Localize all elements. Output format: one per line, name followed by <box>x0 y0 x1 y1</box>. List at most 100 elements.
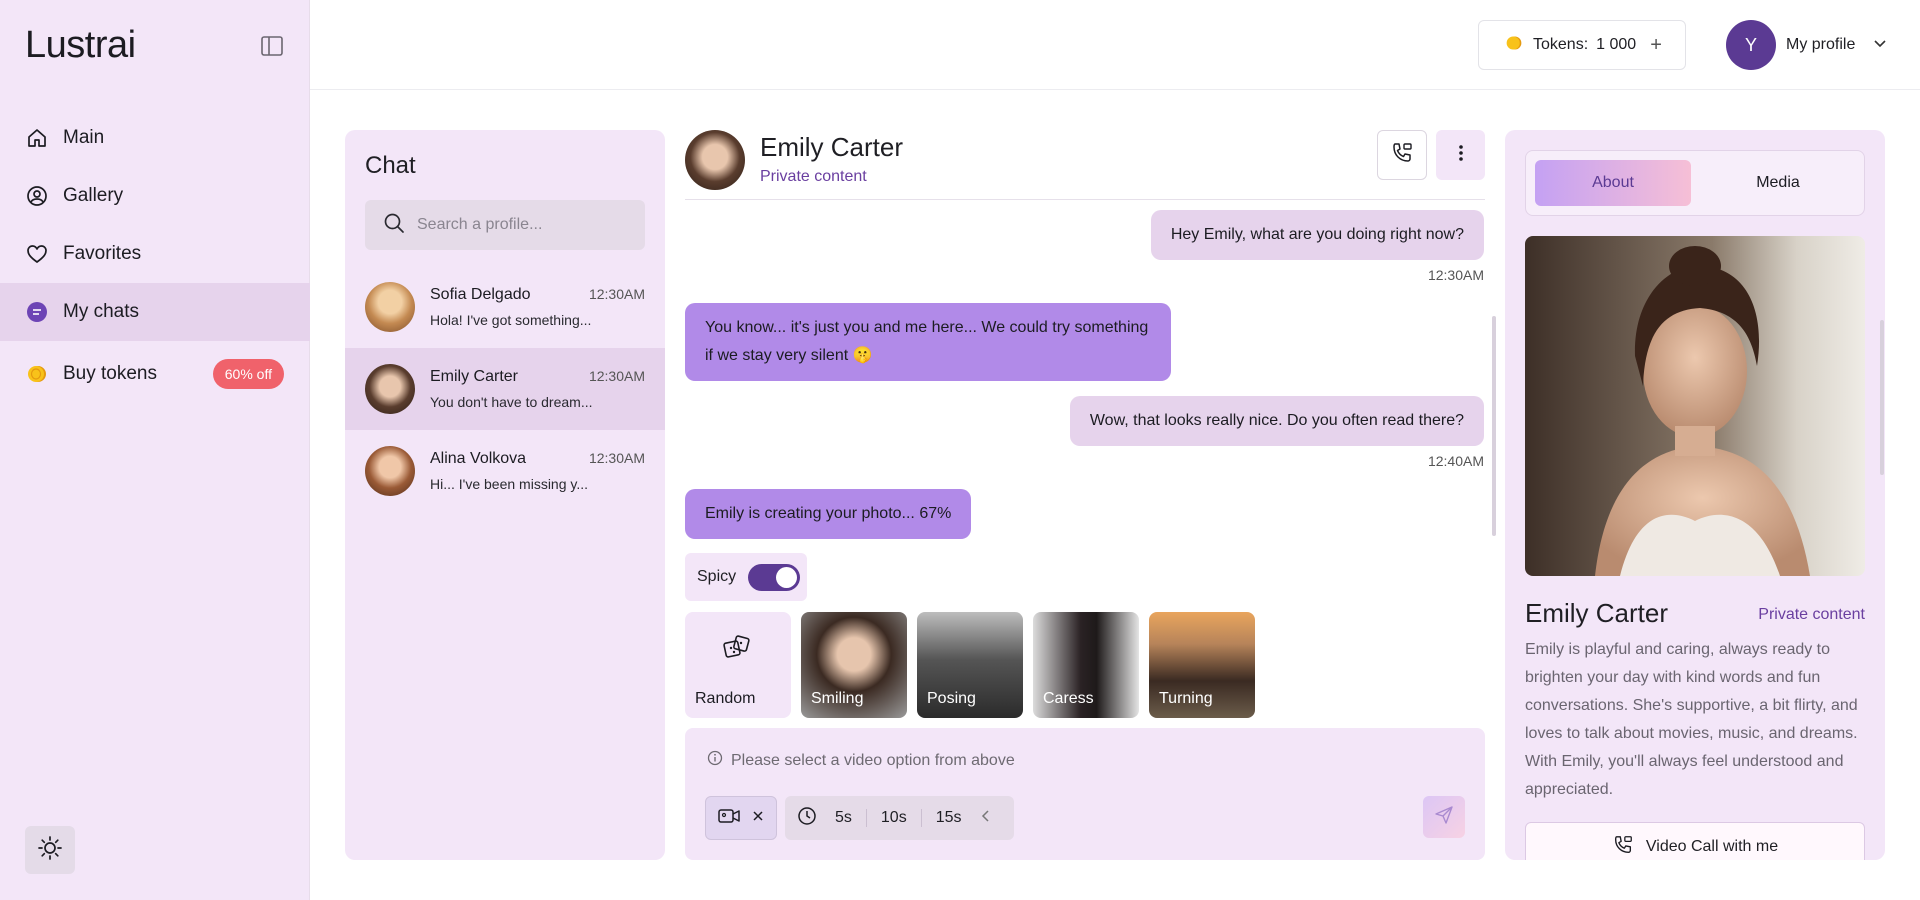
option-label: Random <box>695 690 756 707</box>
clock-icon <box>797 806 817 831</box>
chevron-left-icon[interactable] <box>980 809 990 828</box>
avatar <box>365 446 415 496</box>
call-button[interactable] <box>1377 130 1427 180</box>
nav-item-gallery[interactable]: Gallery <box>0 167 310 225</box>
composer: Please select a video option from above … <box>685 728 1485 860</box>
duration-selector: 5s 10s 15s <box>785 796 1014 840</box>
chat-header: Emily Carter Private content <box>685 130 1485 200</box>
conversation-time: 12:30AM <box>588 450 645 466</box>
messages-scrollbar[interactable] <box>1492 316 1496 536</box>
close-icon[interactable] <box>752 809 764 827</box>
heart-icon <box>25 242 49 266</box>
more-vertical-icon <box>1458 144 1464 167</box>
nav-item-buy-tokens[interactable]: Buy tokens 60% off <box>0 345 310 403</box>
info-icon <box>707 750 723 771</box>
option-posing[interactable]: Posing <box>917 612 1023 718</box>
option-label: Caress <box>1043 690 1094 707</box>
theme-toggle-button[interactable] <box>25 826 75 874</box>
spicy-control: Spicy <box>685 553 807 601</box>
nav-item-favorites[interactable]: Favorites <box>0 225 310 283</box>
profile-bio: Emily is playful and caring, always read… <box>1525 641 1858 798</box>
nav-item-my-chats[interactable]: My chats <box>0 283 310 341</box>
search-input[interactable] <box>417 216 637 234</box>
search-icon <box>383 212 405 239</box>
video-call-label: Video Call with me <box>1645 838 1779 855</box>
avatar <box>365 282 415 332</box>
message-user: Hey Emily, what are you doing right now? <box>1150 210 1484 260</box>
nav-label: Main <box>63 127 105 148</box>
chat-list-title: Chat <box>365 152 416 179</box>
avatar[interactable] <box>685 130 745 190</box>
option-label: Turning <box>1159 690 1213 707</box>
conversation-time: 12:30AM <box>588 286 645 302</box>
message-time: 12:40AM <box>1427 453 1484 469</box>
chat-contact-subtitle: Private content <box>760 168 867 185</box>
sidebar: Lustrai Main Gallery Favorites My chats … <box>0 0 310 900</box>
tokens-label: Tokens: <box>1533 36 1589 53</box>
conversation-item[interactable]: Emily Carter You don't have to dream... … <box>345 348 665 430</box>
chat-contact-name: Emily Carter <box>760 132 904 162</box>
profile-name: Emily Carter <box>1525 598 1669 628</box>
message-user: Wow, that looks really nice. Do you ofte… <box>1069 396 1484 446</box>
nav-label: Buy tokens <box>63 363 157 384</box>
profile-menu[interactable]: Y My profile <box>1726 20 1887 70</box>
tokens-value: 1 000 <box>1596 36 1637 53</box>
composer-hint: Please select a video option from above <box>707 750 1015 771</box>
main-nav: Main Gallery Favorites My chats Buy toke… <box>0 109 310 403</box>
nav-label: My chats <box>63 301 140 322</box>
generation-progress-message: Emily is creating your photo... 67% <box>685 489 972 539</box>
profile-label: My profile <box>1786 36 1856 53</box>
search-box[interactable] <box>365 200 645 250</box>
conversation-preview: Hola! I've got something... <box>430 312 592 328</box>
conversation-preview: You don't have to dream... <box>430 394 593 410</box>
message-bot: You know... it's just you and me here...… <box>685 303 1171 381</box>
profile-panel: About Media Emily Carter Private content… <box>1505 130 1885 860</box>
conversation-item[interactable]: Sofia Delgado Hola! I've got something..… <box>345 266 665 348</box>
discount-badge: 60% off <box>212 359 284 389</box>
option-caress[interactable]: Caress <box>1033 612 1139 718</box>
duration-15s[interactable]: 15s <box>920 809 976 827</box>
video-options: Random Smiling Posing Caress Turning <box>685 612 1255 718</box>
option-smiling[interactable]: Smiling <box>801 612 907 718</box>
duration-5s[interactable]: 5s <box>821 809 866 827</box>
tab-media[interactable]: Media <box>1700 160 1856 206</box>
profile-tabs: About Media <box>1525 150 1865 216</box>
coin-icon <box>25 362 49 386</box>
avatar <box>365 364 415 414</box>
conversation-preview: Hi... I've been missing y... <box>430 476 589 492</box>
send-icon <box>1434 805 1454 830</box>
avatar: Y <box>1726 20 1776 70</box>
profile-panel-scrollbar[interactable] <box>1880 320 1884 475</box>
option-turning[interactable]: Turning <box>1149 612 1255 718</box>
nav-label: Gallery <box>63 185 124 206</box>
conversation-time: 12:30AM <box>588 368 645 384</box>
coin-icon <box>1505 34 1523 57</box>
tab-about[interactable]: About <box>1535 160 1691 206</box>
add-tokens-icon[interactable]: + <box>1650 34 1662 57</box>
chat-icon <box>25 300 49 324</box>
home-icon <box>25 126 49 150</box>
sun-icon <box>37 835 63 866</box>
conversation-list: Sofia Delgado Hola! I've got something..… <box>345 266 665 512</box>
more-options-button[interactable] <box>1436 130 1485 180</box>
video-mode-button[interactable] <box>705 796 777 840</box>
brand-logo[interactable]: Lustrai <box>25 24 136 67</box>
nav-item-main[interactable]: Main <box>0 109 310 167</box>
video-call-button[interactable]: Video Call with me <box>1525 822 1865 860</box>
tokens-widget[interactable]: Tokens: 1 000 + <box>1478 20 1686 70</box>
send-button[interactable] <box>1423 796 1465 838</box>
phone-icon <box>1390 141 1414 170</box>
video-camera-icon <box>718 807 740 830</box>
gallery-icon <box>25 184 49 208</box>
sidebar-toggle-icon[interactable] <box>260 34 284 58</box>
phone-icon <box>1612 834 1634 861</box>
conversation-item[interactable]: Alina Volkova Hi... I've been missing y.… <box>345 430 665 512</box>
chat-list-panel: Chat Sofia Delgado Hola! I've got someth… <box>345 130 665 860</box>
hint-text: Please select a video option from above <box>731 751 1015 769</box>
duration-10s[interactable]: 10s <box>865 809 921 827</box>
option-random[interactable]: Random <box>685 612 791 718</box>
nav-label: Favorites <box>63 243 142 264</box>
profile-photo[interactable] <box>1525 236 1865 576</box>
option-label: Smiling <box>811 690 864 707</box>
spicy-toggle[interactable] <box>748 563 801 591</box>
